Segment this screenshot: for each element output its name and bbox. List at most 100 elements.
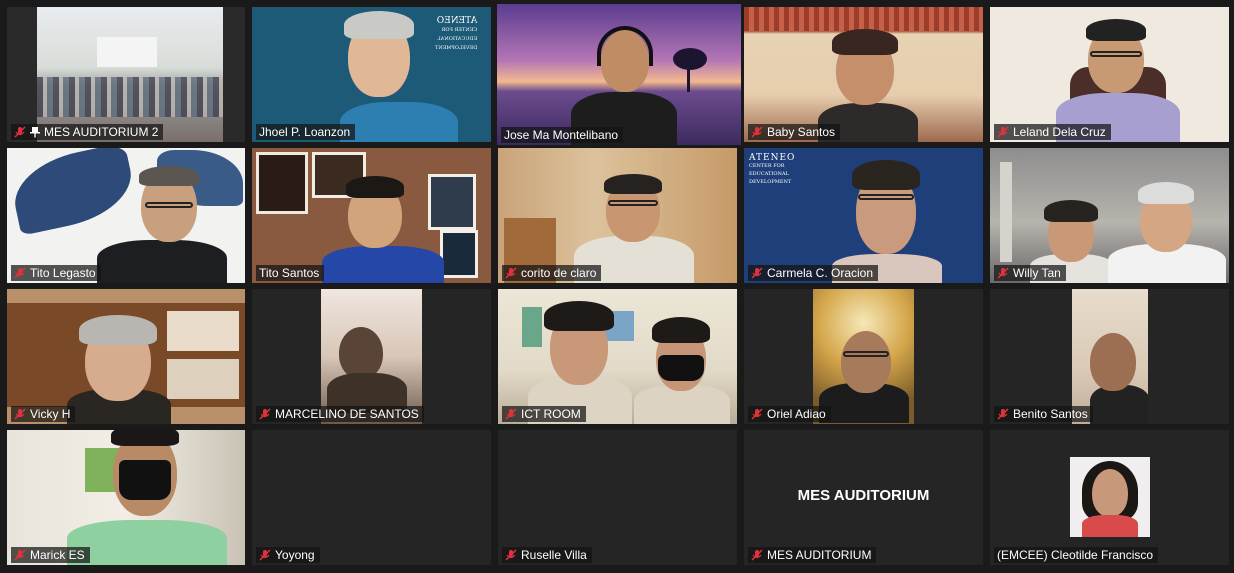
video-gallery: MES AUDITORIUM 2 ATENEO CENTER FOR EDUCA…: [0, 0, 1234, 573]
wall-board: [522, 307, 542, 347]
participant-name: Benito Santos: [1013, 407, 1088, 421]
glasses: [1090, 51, 1142, 57]
participant-name-tag: MARCELINO DE SANTOS: [256, 406, 424, 422]
person-hair: [1086, 19, 1146, 41]
video-tile-carmela-c-oracion[interactable]: ATENEO CENTER FOR EDUCATIONAL DEVELOPMEN…: [744, 148, 983, 283]
ateneo-mirrored-logo-text: ATENEO CENTER FOR EDUCATIONAL DEVELOPMEN…: [434, 16, 477, 53]
participant-name: ICT ROOM: [521, 407, 581, 421]
muted-mic-icon: [505, 549, 517, 561]
muted-mic-icon: [14, 126, 26, 138]
person-hair: [604, 174, 662, 194]
video-tile-mes-auditorium-2[interactable]: MES AUDITORIUM 2: [7, 7, 245, 142]
wall-frame: [440, 230, 478, 278]
camera-feed: [1072, 289, 1148, 424]
face-mask: [658, 355, 704, 381]
participant-name: (EMCEE) Cleotilde Francisco: [997, 548, 1154, 562]
person-head: [841, 331, 891, 393]
muted-mic-icon: [259, 408, 271, 420]
person-body: [322, 246, 444, 283]
participant-name: Willy Tan: [1013, 266, 1061, 280]
ateneo-logo-text: ATENEO CENTER FOR EDUCATIONAL DEVELOPMEN…: [749, 154, 795, 186]
video-tile-tito-santos[interactable]: Tito Santos: [252, 148, 491, 283]
participant-name: Carmela C. Oracion: [767, 266, 874, 280]
participant-name: Ruselle Villa: [521, 548, 587, 562]
logo-line: ATENEO: [436, 16, 477, 26]
person-hair: [1138, 182, 1194, 204]
video-tile-benito-santos[interactable]: Benito Santos: [990, 289, 1229, 424]
participant-name-tag: Vicky H: [11, 406, 76, 422]
glasses: [608, 200, 658, 206]
participant-name-tag: MES AUDITORIUM 2: [11, 124, 164, 140]
muted-mic-icon: [505, 267, 517, 279]
video-tile-corito-de-claro[interactable]: corito de claro: [498, 148, 737, 283]
participant-name-tag: Willy Tan: [994, 265, 1066, 281]
person-hair: [139, 166, 199, 186]
participant-name: corito de claro: [521, 266, 597, 280]
video-tile-marcelino-de-santos[interactable]: MARCELINO DE SANTOS: [252, 289, 491, 424]
video-tile-oriel-adiao[interactable]: Oriel Adiao: [744, 289, 983, 424]
video-tile-jhoel-p-loanzon[interactable]: ATENEO CENTER FOR EDUCATIONAL DEVELOPMEN…: [252, 7, 491, 142]
video-off-name-label: MES AUDITORIUM: [797, 487, 930, 504]
glasses: [145, 202, 193, 208]
participant-name: Tito Legasto: [30, 266, 96, 280]
video-tile-mes-auditorium[interactable]: MES AUDITORIUM MES AUDITORIUM: [744, 430, 983, 565]
participant-name: MARCELINO DE SANTOS: [275, 407, 419, 421]
person-hair: [852, 160, 920, 190]
video-tile-leland-dela-cruz[interactable]: Leland Dela Cruz: [990, 7, 1229, 142]
muted-mic-icon: [14, 408, 26, 420]
person-head: [1090, 333, 1136, 391]
video-tile-emcee-cleotilde-francisco[interactable]: (EMCEE) Cleotilde Francisco: [990, 430, 1229, 565]
participant-name: Tito Santos: [259, 266, 320, 280]
participant-name: MES AUDITORIUM 2: [44, 125, 159, 139]
participant-name: Marick ES: [30, 548, 85, 562]
person-hair: [111, 430, 179, 446]
tree-silhouette: [673, 48, 707, 70]
logo-line: ATENEO: [749, 153, 796, 163]
wall-frame: [256, 152, 308, 214]
video-tile-willy-tan[interactable]: Willy Tan: [990, 148, 1229, 283]
participant-name: Baby Santos: [767, 125, 836, 139]
auditorium-video: [37, 7, 223, 142]
person-hair: [832, 29, 898, 55]
person-head: [1092, 469, 1128, 517]
wall-frame: [428, 174, 476, 230]
logo-line: DEVELOPMENT: [749, 179, 792, 185]
person-body: [67, 520, 227, 565]
person-hair: [79, 315, 157, 345]
video-tile-yoyong[interactable]: Yoyong: [252, 430, 491, 565]
participant-name-tag: Tito Santos: [256, 265, 325, 281]
person-hair: [344, 11, 414, 39]
participant-name-tag: Tito Legasto: [11, 265, 101, 281]
logo-line: DEVELOPMENT: [434, 45, 477, 51]
participant-name-tag: Marick ES: [11, 547, 90, 563]
participant-name: Jose Ma Montelibano: [504, 128, 619, 142]
video-tile-ict-room[interactable]: ICT ROOM: [498, 289, 737, 424]
participant-name: Jhoel P. Loanzon: [259, 125, 351, 139]
person-body: [97, 240, 227, 283]
person-hair: [1044, 200, 1098, 222]
profile-photo: [1070, 457, 1150, 537]
participant-name-tag: MES AUDITORIUM: [748, 547, 877, 563]
video-tile-ruselle-villa[interactable]: Ruselle Villa: [498, 430, 737, 565]
video-tile-jose-ma-montelibano[interactable]: Jose Ma Montelibano: [497, 4, 741, 145]
video-tile-marick-es[interactable]: Marick ES: [7, 430, 245, 565]
participant-name-tag: Leland Dela Cruz: [994, 124, 1111, 140]
participant-name-tag: Benito Santos: [994, 406, 1093, 422]
participant-name: Leland Dela Cruz: [1013, 125, 1106, 139]
wall-pillar: [1000, 162, 1012, 262]
participant-name: Vicky H: [30, 407, 71, 421]
participant-name-tag: Oriel Adiao: [748, 406, 831, 422]
camera-feed: [813, 289, 914, 424]
muted-mic-icon: [997, 408, 1009, 420]
glasses: [843, 351, 889, 357]
video-tile-baby-santos[interactable]: Baby Santos: [744, 7, 983, 142]
muted-mic-icon: [751, 549, 763, 561]
logo-line: EDUCATIONAL: [749, 171, 789, 177]
muted-mic-icon: [751, 267, 763, 279]
curtain: [744, 7, 983, 31]
participant-name: MES AUDITORIUM: [767, 548, 872, 562]
person-hair: [544, 301, 614, 331]
person-body: [340, 102, 458, 142]
video-tile-tito-legasto[interactable]: Tito Legasto: [7, 148, 245, 283]
video-tile-vicky-h[interactable]: Vicky H: [7, 289, 245, 424]
